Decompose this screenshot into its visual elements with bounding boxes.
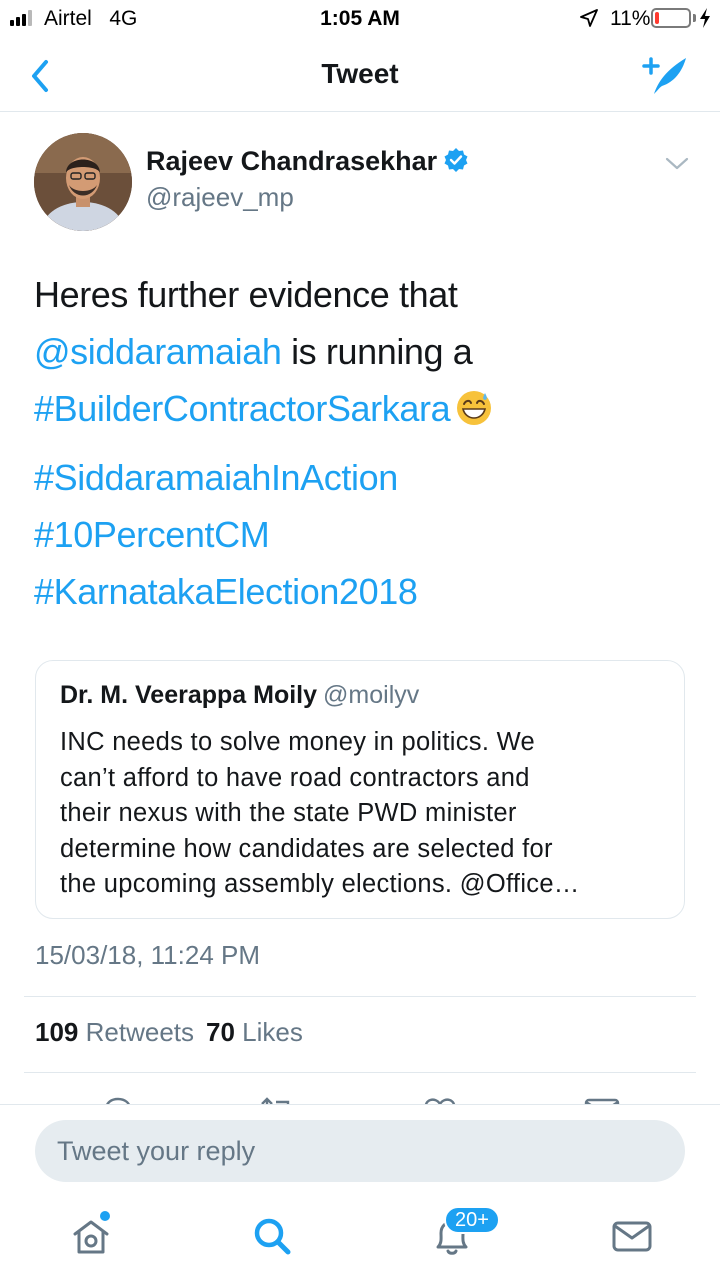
avatar-image [34,133,132,231]
quoted-text-line: the upcoming assembly elections. @Office… [60,870,580,898]
notifications-badge: 20+ [444,1206,500,1234]
status-bar: Airtel 4G 1:05 AM 11% [0,0,720,40]
battery-level [655,12,659,24]
tweet-text-part: Heres further evidence that [34,274,458,315]
tweet-text-part: is running a [281,331,473,372]
quoted-author-name: Dr. M. Veerappa Moily [60,681,318,709]
author-name[interactable]: Rajeev Chandrasekhar [146,146,469,177]
mention-link[interactable]: @siddaramaiah [34,331,282,372]
quoted-tweet-header: Dr. M. Veerappa Moily @moilyv [60,681,419,710]
tweet-paragraph-1: Heres further evidence that @siddaramaia… [34,266,684,437]
hashtag-link[interactable]: #KarnatakaElection2018 [34,571,418,612]
navigation-bar: Tweet [0,40,720,112]
quoted-text-line: can’t afford to have road contractors an… [60,763,530,792]
search-icon [254,1218,291,1255]
quoted-text-line: their nexus with the state PWD minister [60,799,517,827]
divider [24,1072,696,1073]
hashtag-link[interactable]: #SiddaramaiahInAction [34,457,398,498]
avatar[interactable] [34,133,132,231]
divider [24,996,696,997]
hashtag-link[interactable]: #BuilderContractorSarkara [34,388,451,429]
engagement-stats: 109 Retweets 70 Likes [35,1017,303,1048]
likes-stat[interactable]: 70 Likes [206,1017,303,1047]
quoted-tweet-text: INC needs to solve money in politics. We… [60,725,670,903]
page-title: Tweet [321,58,399,89]
tab-bar [0,1196,720,1280]
battery-cap [693,14,696,22]
retweets-count: 109 [35,1017,79,1047]
reply-input[interactable] [35,1120,685,1182]
tab-home[interactable] [70,1214,114,1258]
charging-bolt-icon [700,8,710,28]
tweet-paragraph-2: #SiddaramaiahInAction #10PercentCM #Karn… [34,449,684,620]
home-icon [73,1220,109,1254]
quoted-tweet-card[interactable]: Dr. M. Veerappa Moily @moilyv INC needs t… [35,660,685,919]
grinning-sweat-emoji-icon [457,391,492,425]
quoted-text-line: determine how candidates are selected fo… [60,834,553,863]
likes-count: 70 [206,1017,235,1047]
location-arrow-icon [580,9,598,27]
tab-search[interactable] [250,1214,294,1258]
chevron-down-icon[interactable] [664,152,690,174]
compose-tweet-icon[interactable] [636,52,692,98]
quoted-author-handle: @moilyv [323,681,420,709]
retweets-label: Retweets [85,1017,195,1047]
verified-badge-icon [444,148,468,172]
quoted-text-line: INC needs to solve money in politics. We [60,728,535,756]
hashtag-link[interactable]: #10PercentCM [34,514,270,555]
tweet-timestamp: 15/03/18, 11:24 PM [35,940,261,970]
envelope-icon [612,1221,652,1252]
tab-messages[interactable] [610,1214,654,1258]
tweet-text: Heres further evidence that @siddaramaia… [34,266,684,620]
author-handle[interactable]: @rajeev_mp [146,182,294,213]
battery-percent: 11% [610,7,651,30]
likes-label: Likes [242,1017,303,1047]
reply-composer [0,1104,720,1196]
retweets-stat[interactable]: 109 Retweets [35,1017,194,1047]
battery-icon [651,8,691,28]
new-content-dot [100,1211,110,1221]
